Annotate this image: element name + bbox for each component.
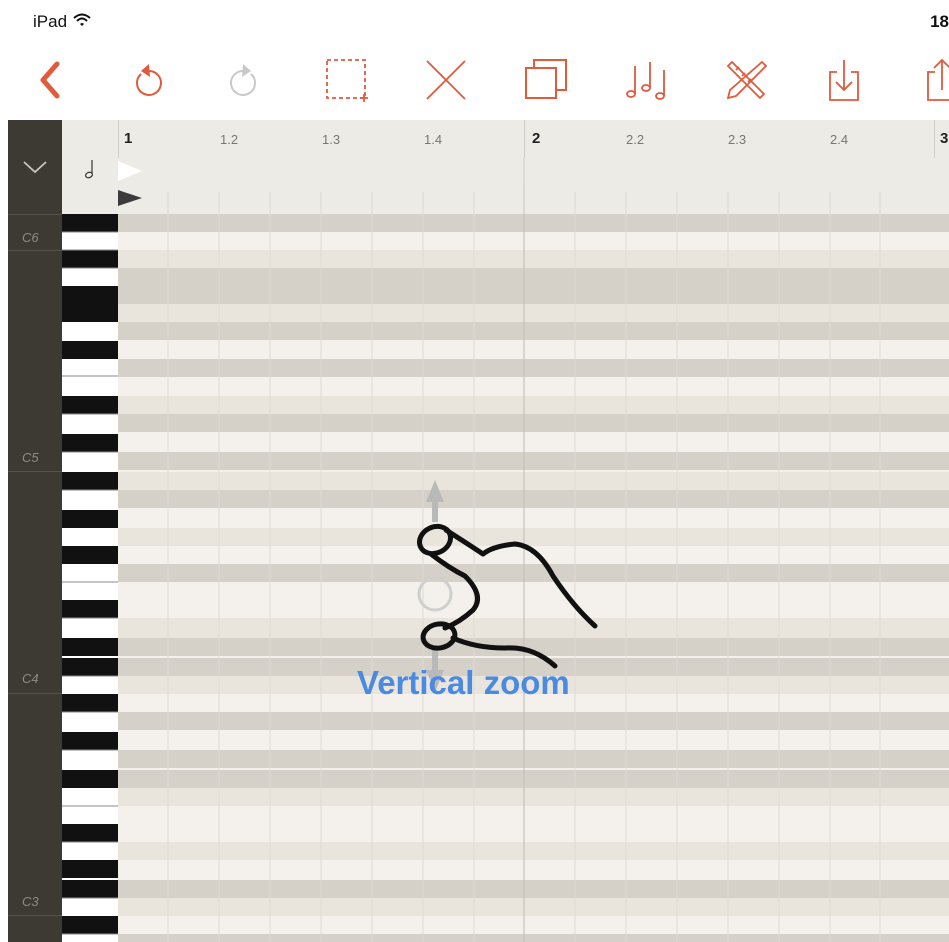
ruler-label-1-2: 1.2	[220, 132, 239, 147]
edit-tools-button[interactable]	[720, 54, 772, 106]
share-icon	[927, 58, 949, 101]
ruler-label-3: 3	[940, 130, 949, 147]
octave-divider	[8, 214, 62, 215]
octave-label-c6: C6	[22, 230, 39, 245]
back-icon	[40, 61, 60, 99]
duplicate-button[interactable]	[520, 54, 572, 106]
ruler-tick	[934, 120, 935, 158]
ruler-label-2: 2	[532, 130, 541, 147]
redo-icon	[230, 64, 256, 96]
octave-label-c3: C3	[22, 894, 39, 909]
ruler-label-1-3: 1.3	[322, 132, 341, 147]
back-button[interactable]	[24, 54, 76, 106]
playhead-marker	[118, 184, 881, 214]
chevron-down-icon	[23, 161, 47, 174]
octave-label-c4: C4	[22, 671, 39, 686]
marquee-select-icon	[326, 59, 368, 102]
collapse-button[interactable]	[8, 120, 62, 214]
undo-icon	[136, 64, 162, 96]
status-time: 18	[930, 12, 949, 31]
share-button[interactable]	[916, 54, 949, 106]
playhead-lane[interactable]	[118, 184, 949, 215]
duplicate-icon	[525, 59, 567, 99]
octave-divider	[8, 250, 62, 251]
octave-divider	[8, 693, 62, 694]
import-icon	[829, 60, 859, 101]
device-label: iPad	[33, 12, 68, 31]
loop-marker	[118, 158, 525, 184]
octave-divider	[8, 915, 62, 916]
ruler-label-2-3: 2.3	[728, 132, 747, 147]
status-bar: iPad 18	[0, 0, 949, 40]
marquee-select-button[interactable]	[320, 54, 372, 106]
ruler-tick	[118, 120, 119, 158]
ruler-tick	[524, 120, 525, 158]
notes-button[interactable]	[620, 54, 672, 106]
note-length-selector[interactable]	[62, 120, 119, 214]
half-note-icon	[84, 160, 94, 179]
pinch-gesture-icon	[416, 480, 598, 692]
vertical-zoom-label: Vertical zoom	[357, 664, 570, 701]
ruler-label-2-2: 2.2	[626, 132, 645, 147]
piano-keyboard[interactable]	[62, 214, 118, 942]
octave-sidebar: C6 C5 C4 C3	[8, 120, 62, 942]
delete-icon	[426, 60, 466, 100]
redo-button[interactable]	[218, 54, 270, 106]
ruler-label-1: 1	[124, 130, 133, 147]
wifi-icon	[73, 12, 91, 32]
keyboard-keys	[62, 214, 118, 942]
timeline-ruler[interactable]: 1 1.2 1.3 1.4 2 2.2 2.3 2.4 3	[118, 120, 949, 159]
octave-divider	[8, 471, 62, 472]
octave-label-c5: C5	[22, 450, 39, 465]
ruler-label-2-4: 2.4	[830, 132, 849, 147]
ruler-label-1-4: 1.4	[424, 132, 443, 147]
piano-roll-editor: C6 C5 C4 C3 1 1.2 1.3 1.4 2 2.2 2.3 2.4 …	[0, 120, 949, 942]
toolbar	[0, 40, 949, 120]
loop-lane[interactable]	[118, 158, 949, 185]
edit-tools-icon	[726, 60, 768, 100]
delete-button[interactable]	[420, 54, 472, 106]
undo-button[interactable]	[122, 54, 174, 106]
import-button[interactable]	[818, 54, 870, 106]
notes-icon	[626, 62, 665, 100]
status-left: iPad	[33, 12, 91, 32]
